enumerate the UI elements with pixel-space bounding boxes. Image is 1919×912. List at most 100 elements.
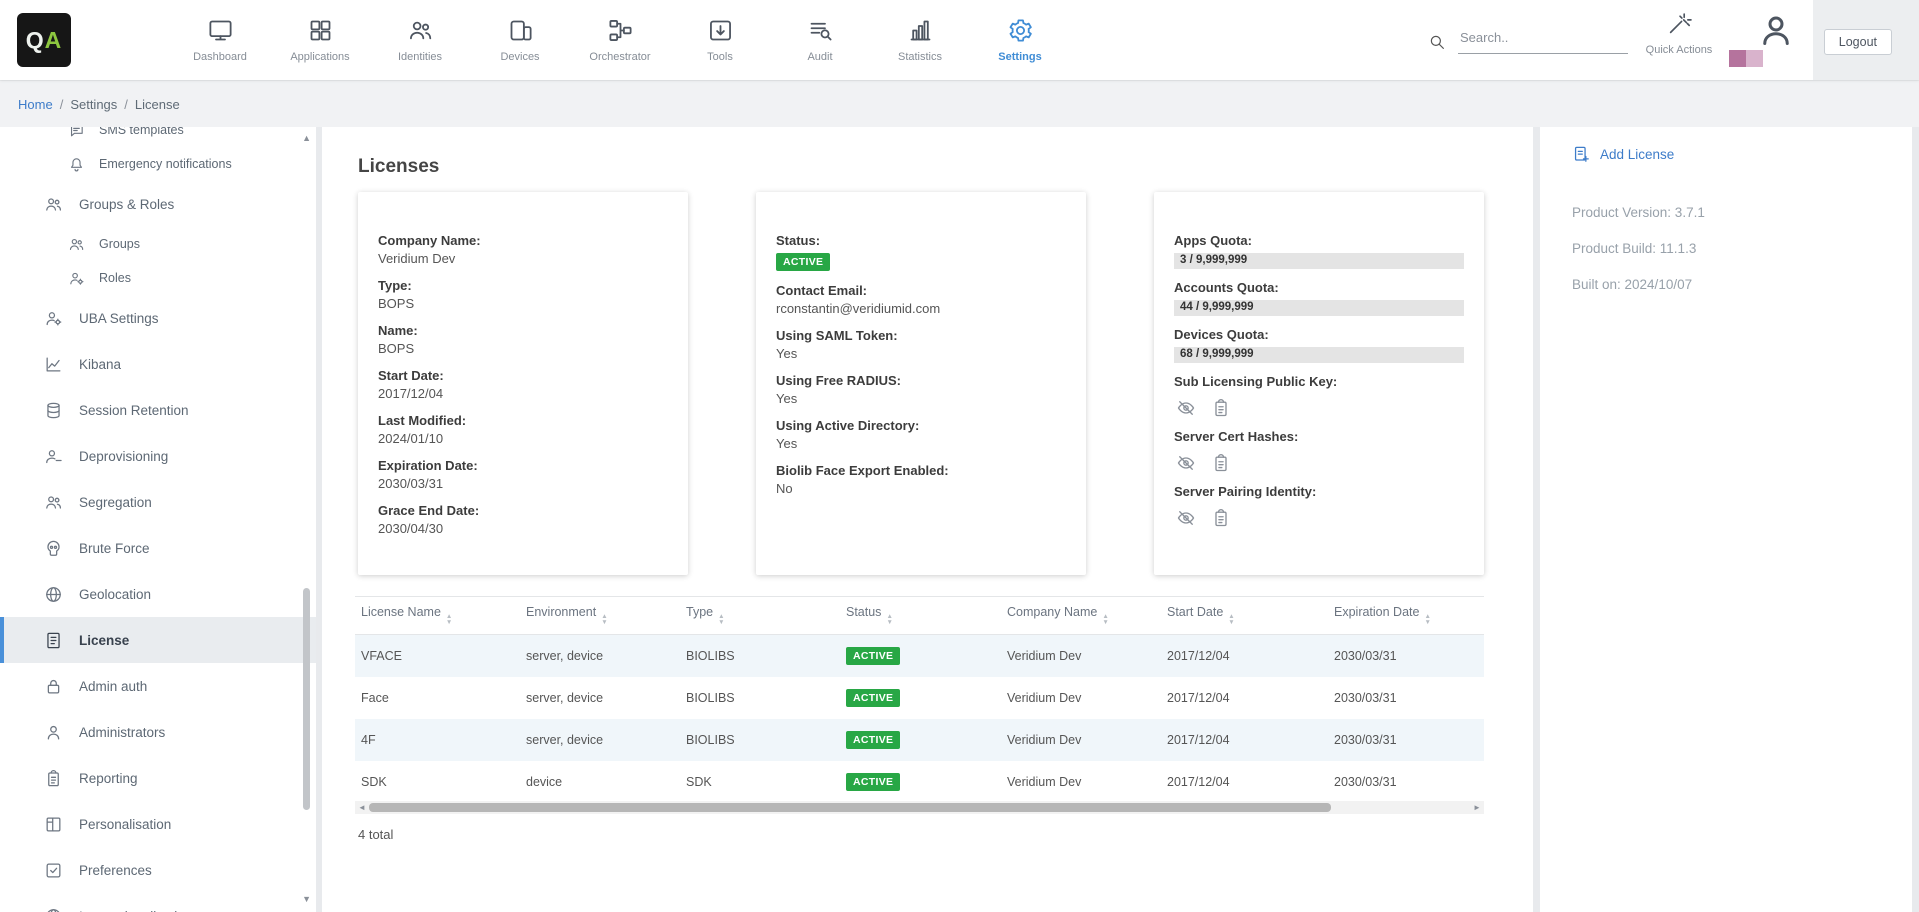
logo-letter-a: A (45, 27, 63, 54)
person-gear-icon (68, 270, 85, 287)
column-header-company-name[interactable]: Company Name (1001, 597, 1161, 635)
sidebar-item-administrators[interactable]: Administrators (0, 709, 316, 755)
column-header-start-date[interactable]: Start Date (1161, 597, 1328, 635)
cell-license-name: VFACE (355, 635, 520, 678)
settings-sidebar: SMS templates Emergency notifications Gr… (0, 127, 316, 912)
cell-status: ACTIVE (840, 719, 1001, 761)
nav-item-label: Applications (290, 51, 349, 63)
cell-type: BIOLIBS (680, 677, 840, 719)
scroll-up-icon[interactable] (302, 133, 311, 143)
column-header-expiration-date[interactable]: Expiration Date (1328, 597, 1484, 635)
add-license-button[interactable]: Add License (1572, 145, 1888, 164)
quota-value-bar: 68 / 9,999,999 (1174, 347, 1464, 363)
table-row[interactable]: Face server, device BIOLIBS ACTIVE Verid… (355, 677, 1484, 719)
sort-icon (886, 614, 892, 626)
nav-item-audit[interactable]: Audit (770, 0, 870, 80)
sidebar-item-deprovisioning[interactable]: Deprovisioning (0, 433, 316, 479)
eye-off-icon[interactable] (1176, 398, 1196, 418)
search-input[interactable] (1458, 28, 1628, 54)
sidebar-item-preferences[interactable]: Preferences (0, 847, 316, 893)
sidebar-item-reporting[interactable]: Reporting (0, 755, 316, 801)
sidebar-item-groups[interactable]: Groups (0, 227, 316, 261)
field-label: Company Name: (378, 232, 668, 250)
eye-off-icon[interactable] (1176, 508, 1196, 528)
sidebar-item-session-retention[interactable]: Session Retention (0, 387, 316, 433)
clipboard-copy-icon[interactable] (1211, 453, 1231, 473)
table-row[interactable]: SDK device SDK ACTIVE Veridium Dev 2017/… (355, 761, 1484, 803)
field-company-name: Company Name: Veridium Dev (378, 232, 668, 268)
license-summary-cards: Company Name: Veridium Dev Type: BOPS Na… (358, 192, 1484, 575)
sidebar-item-label: SMS templates (99, 127, 184, 137)
sidebar-item-emergency-notifications[interactable]: Emergency notifications (0, 147, 316, 181)
field-label: Using Active Directory: (776, 417, 1066, 435)
sort-icon (446, 614, 452, 626)
sidebar-item-personalisation[interactable]: Personalisation (0, 801, 316, 847)
gear-icon (1007, 17, 1034, 44)
magic-wand-icon (1667, 11, 1692, 36)
nav-item-dashboard[interactable]: Dashboard (170, 0, 270, 80)
logout-button[interactable]: Logout (1824, 29, 1892, 55)
field-label: Biolib Face Export Enabled: (776, 462, 1066, 480)
nav-item-label: Dashboard (193, 51, 247, 63)
nav-item-applications[interactable]: Applications (270, 0, 370, 80)
bar-chart-icon (907, 17, 934, 44)
scroll-right-icon[interactable] (1470, 803, 1484, 812)
licenses-main-panel: Licenses Company Name: Veridium Dev Type… (322, 127, 1533, 912)
field-value: 2024/01/10 (378, 430, 668, 448)
nav-item-identities[interactable]: Identities (370, 0, 470, 80)
nav-item-settings[interactable]: Settings (970, 0, 1070, 80)
sort-icon (718, 614, 724, 626)
breadcrumb-settings[interactable]: Settings (70, 97, 117, 112)
nav-item-statistics[interactable]: Statistics (870, 0, 970, 80)
field-value: 2030/03/31 (378, 475, 668, 493)
nav-item-label: Statistics (898, 51, 942, 63)
sidebar-item-admin-auth[interactable]: Admin auth (0, 663, 316, 709)
quota-apps: Apps Quota: 3 / 9,999,999 (1174, 232, 1464, 269)
table-row[interactable]: 4F server, device BIOLIBS ACTIVE Veridiu… (355, 719, 1484, 761)
column-header-status[interactable]: Status (840, 597, 1001, 635)
column-header-license-name[interactable]: License Name (355, 597, 520, 635)
sidebar-scrollbar-thumb[interactable] (303, 588, 310, 810)
table-header-row: License Name Environment Type Status Com… (355, 597, 1484, 635)
nav-item-orchestrator[interactable]: Orchestrator (570, 0, 670, 80)
sidebar-item-roles[interactable]: Roles (0, 261, 316, 295)
table-horizontal-scrollbar (355, 801, 1484, 814)
sidebar-item-segregation[interactable]: Segregation (0, 479, 316, 525)
nav-item-tools[interactable]: Tools (670, 0, 770, 80)
scroll-left-icon[interactable] (355, 803, 369, 812)
nav-item-devices[interactable]: Devices (470, 0, 570, 80)
quick-actions-button[interactable]: Quick Actions (1638, 11, 1720, 56)
horizontal-scrollbar-thumb[interactable] (369, 803, 1331, 812)
search-icon[interactable] (1428, 33, 1446, 51)
clipboard-copy-icon[interactable] (1211, 398, 1231, 418)
eye-off-icon[interactable] (1176, 453, 1196, 473)
database-icon (44, 401, 63, 420)
quota-label: Accounts Quota: (1174, 279, 1464, 297)
scroll-down-icon[interactable] (302, 894, 311, 904)
sidebar-item-uba-settings[interactable]: UBA Settings (0, 295, 316, 341)
app-logo[interactable]: Q A (17, 13, 71, 67)
sidebar-item-kibana[interactable]: Kibana (0, 341, 316, 387)
sidebar-item-groups-roles[interactable]: Groups & Roles (0, 181, 316, 227)
sidebar-item-sms-templates[interactable]: SMS templates (0, 127, 316, 147)
monitor-icon (207, 17, 234, 44)
field-type: Type: BOPS (378, 277, 668, 313)
sidebar-item-internationalisation[interactable]: Internationalisation (0, 893, 316, 912)
sidebar-item-label: Administrators (79, 725, 165, 740)
sidebar-item-label: Segregation (79, 495, 152, 510)
breadcrumb-home-link[interactable]: Home (18, 97, 53, 112)
sidebar-item-license[interactable]: License (0, 617, 316, 663)
clipboard-copy-icon[interactable] (1211, 508, 1231, 528)
user-avatar-icon[interactable] (1758, 12, 1794, 48)
cell-expiration-date: 2030/03/31 (1328, 635, 1484, 678)
sidebar-item-label: Personalisation (79, 817, 171, 832)
column-header-environment[interactable]: Environment (520, 597, 680, 635)
sidebar-item-brute-force[interactable]: Brute Force (0, 525, 316, 571)
sidebar-item-label: Admin auth (79, 679, 147, 694)
column-header-type[interactable]: Type (680, 597, 840, 635)
field-start-date: Start Date: 2017/12/04 (378, 367, 668, 403)
cell-company: Veridium Dev (1001, 719, 1161, 761)
table-row[interactable]: VFACE server, device BIOLIBS ACTIVE Veri… (355, 635, 1484, 678)
sidebar-item-geolocation[interactable]: Geolocation (0, 571, 316, 617)
sidebar-item-label: Session Retention (79, 403, 189, 418)
